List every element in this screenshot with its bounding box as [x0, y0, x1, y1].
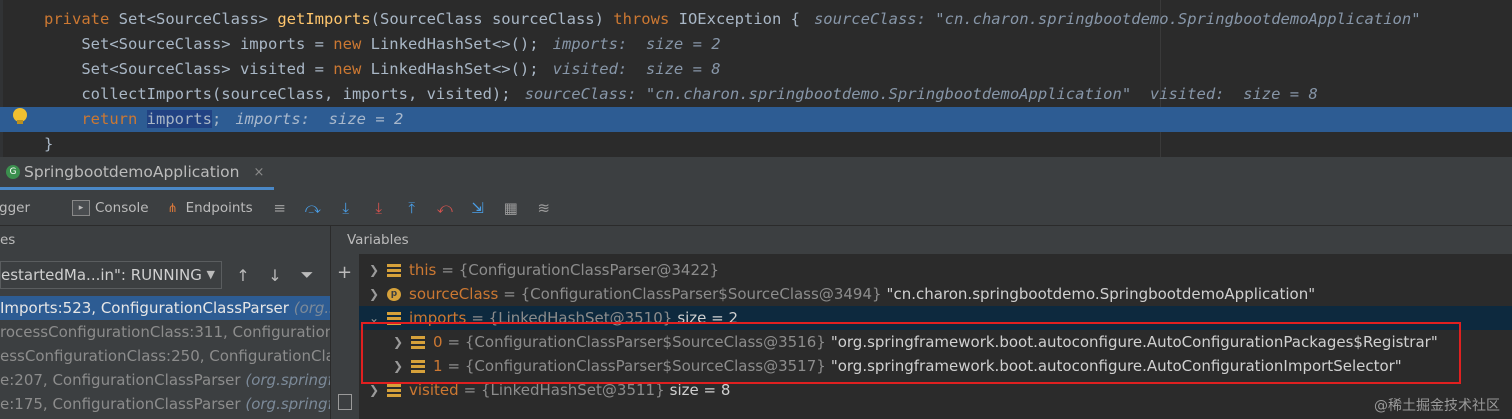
frame-item[interactable]: rocessConfigurationClass:311, Configurat…: [0, 320, 330, 344]
force-step-into-icon[interactable]: ⤓: [368, 197, 390, 219]
run-to-cursor-icon[interactable]: ⇲: [467, 197, 489, 219]
run-tab-springbootdemo[interactable]: G SpringbootdemoApplication ×: [0, 157, 275, 190]
add-watch-icon[interactable]: +: [337, 262, 352, 283]
inline-debug-hint: sourceClass: "cn.charon.springbootdemo.S…: [524, 85, 1318, 103]
frame-item[interactable]: Imports:523, ConfigurationClassParser (o…: [0, 296, 330, 320]
variable-value: = {ConfigurationClassParser@3422}: [441, 261, 720, 279]
frame-name: e:207, ConfigurationClassParser: [0, 371, 246, 389]
tab-label: Console: [95, 199, 149, 216]
frame-package: (org.springfr: [245, 371, 330, 389]
variable-value: = {ConfigurationClassParser$SourceClass@…: [503, 285, 882, 303]
parameter-icon: p: [387, 287, 401, 301]
code-line-2[interactable]: Set<SourceClass> imports = new LinkedHas…: [44, 32, 721, 57]
keyword-return: return: [44, 110, 138, 128]
frame-item[interactable]: e:175, ConfigurationClassParser (org.spr…: [0, 392, 330, 416]
code-line-6[interactable]: }: [44, 132, 53, 157]
run-tab-label: SpringbootdemoApplication: [24, 163, 240, 181]
thread-selector-row: estartedMa...in": RUNNING ▼ ↑ ↓ ⏷: [0, 260, 330, 290]
method-name: getImports: [277, 10, 371, 28]
tab-label: gger: [0, 199, 30, 216]
keyword-throws: throws: [613, 10, 670, 28]
chevron-down-icon: ▼: [206, 268, 215, 281]
lightbulb-icon[interactable]: [13, 108, 27, 124]
frame-package: (org.springfr: [245, 395, 330, 413]
inline-debug-hint: sourceClass: "cn.charon.springbootdemo.S…: [813, 10, 1421, 28]
frame-name: e:175, ConfigurationClassParser: [0, 395, 246, 413]
variable-row-sourceclass[interactable]: ❯ p sourceClass = {ConfigurationClassPar…: [359, 282, 1512, 306]
frames-pane: es estartedMa...in": RUNNING ▼ ↑ ↓ ⏷ Imp…: [0, 226, 331, 419]
chevron-right-icon[interactable]: ❯: [367, 258, 381, 282]
frames-title: es: [0, 232, 16, 248]
debug-toolbar: gger ▸ Console ⋔ Endpoints ≡ ⤼ ⤓ ⤓ ⤒ ⤺ ⇲…: [0, 190, 1512, 226]
tab-debugger[interactable]: gger: [0, 190, 30, 225]
code-text: collectImports(sourceClass, imports, vis…: [44, 85, 511, 103]
drop-frame-icon[interactable]: ⤺: [434, 197, 456, 219]
inline-debug-hint: visited: size = 8: [552, 60, 721, 78]
trace-icon[interactable]: ≋: [533, 197, 555, 219]
frame-package: (org.sp: [293, 299, 330, 317]
editor-gutter: [0, 0, 3, 157]
tab-console[interactable]: ▸ Console: [72, 190, 149, 225]
copy-icon[interactable]: [338, 394, 352, 410]
variables-header: [331, 226, 1512, 254]
inline-debug-hint: imports: size = 2: [552, 35, 721, 53]
variable-string: "cn.charon.springbootdemo.Springbootdemo…: [886, 285, 1316, 303]
field-icon: [387, 263, 401, 277]
frame-name: Imports:523, ConfigurationClassParser: [0, 299, 294, 317]
chevron-right-icon[interactable]: ❯: [367, 282, 381, 306]
frame-item[interactable]: e:207, ConfigurationClassParser (org.spr…: [0, 368, 330, 392]
exception-type: IOException {: [678, 10, 800, 28]
code-editor[interactable]: private Set<SourceClass> getImports(Sour…: [0, 0, 1512, 157]
current-execution-line[interactable]: return imports; imports: size = 2: [0, 107, 1512, 132]
arrow-up-icon[interactable]: ↑: [232, 266, 254, 285]
frame-item[interactable]: essConfigurationClass:250, Configuration…: [0, 344, 330, 368]
variable-row-this[interactable]: ❯ this = {ConfigurationClassParser@3422}: [359, 258, 1512, 282]
step-into-icon[interactable]: ⤓: [335, 197, 357, 219]
code-text: }: [44, 135, 54, 153]
variables-sidebar: +: [331, 254, 359, 419]
run-tab-bar: G SpringbootdemoApplication ×: [0, 157, 1512, 191]
thread-value: estartedMa...in": RUNNING: [1, 266, 202, 284]
highlight-annotation-box: [361, 322, 1461, 384]
console-icon: ▸: [72, 199, 90, 216]
code-text: LinkedHashSet<>();: [361, 60, 539, 78]
step-out-icon[interactable]: ⤒: [401, 197, 423, 219]
keyword-private: private: [44, 10, 110, 28]
selected-identifier: imports: [146, 110, 212, 128]
arrow-down-icon[interactable]: ↓: [264, 266, 286, 285]
return-type: Set<SourceClass>: [118, 10, 268, 28]
code-line-1[interactable]: private Set<SourceClass> getImports(Sour…: [44, 7, 1421, 32]
close-icon[interactable]: ×: [253, 165, 264, 180]
code-text: Set<SourceClass> visited =: [44, 60, 334, 78]
code-text: LinkedHashSet<>();: [361, 35, 539, 53]
method-params: (SourceClass sourceClass): [370, 10, 604, 28]
code-text: ;: [212, 110, 222, 128]
code-line-3[interactable]: Set<SourceClass> visited = new LinkedHas…: [44, 57, 721, 82]
step-over-icon[interactable]: ⤼: [302, 197, 324, 219]
field-icon: [387, 383, 401, 397]
code-text: Set<SourceClass> imports =: [44, 35, 334, 53]
tab-endpoints[interactable]: ⋔ Endpoints: [165, 190, 253, 225]
variable-name: this: [409, 261, 437, 279]
inline-debug-hint: imports: size = 2: [235, 110, 404, 128]
endpoints-icon: ⋔: [167, 200, 178, 215]
evaluate-expression-icon[interactable]: ▦: [500, 197, 522, 219]
keyword-new: new: [333, 35, 362, 53]
frame-name: rocessConfigurationClass:311, Configurat…: [0, 323, 330, 341]
spring-run-icon: G: [6, 165, 20, 179]
variable-name: sourceClass: [409, 285, 499, 303]
keyword-new: new: [333, 60, 362, 78]
variables-title: Variables: [347, 232, 409, 248]
code-line-4[interactable]: collectImports(sourceClass, imports, vis…: [44, 82, 1318, 107]
filter-icon[interactable]: ⏷: [296, 265, 318, 285]
tab-label: Endpoints: [185, 199, 253, 216]
frame-name: essConfigurationClass:250, Configuration…: [0, 347, 330, 365]
thread-dropdown[interactable]: estartedMa...in": RUNNING ▼: [0, 261, 222, 289]
watermark-text: @稀土掘金技术社区: [1374, 398, 1500, 414]
menu-icon[interactable]: ≡: [269, 197, 291, 219]
